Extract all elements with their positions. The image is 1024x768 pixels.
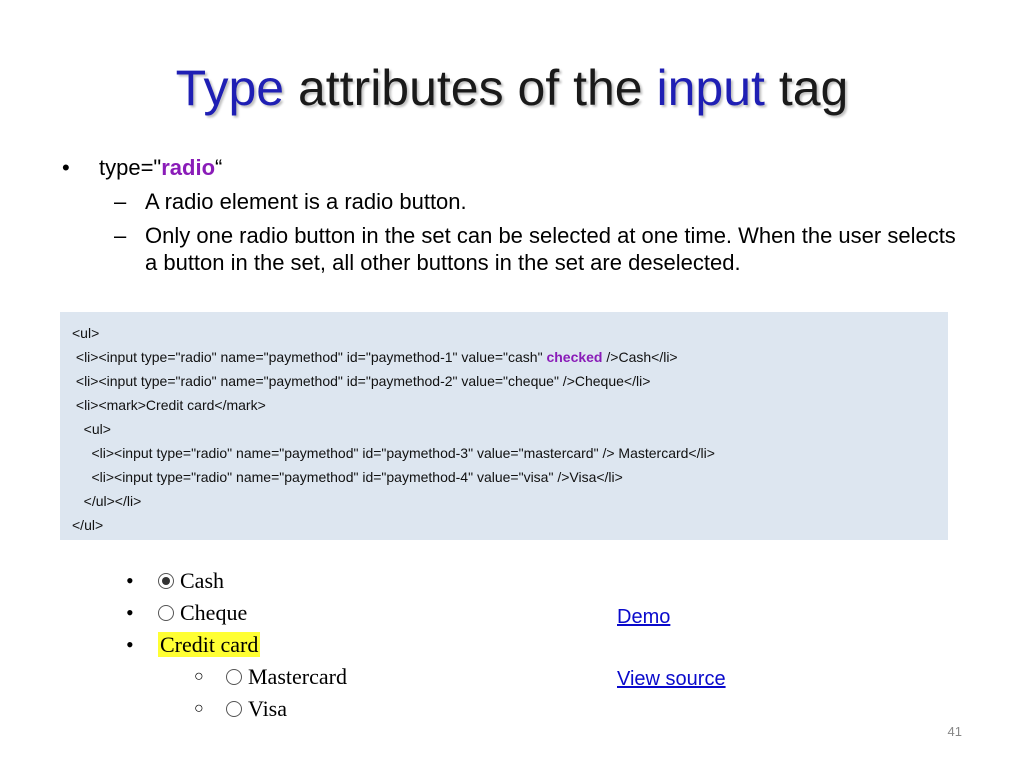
demo-item-credit-card: • Credit card (120, 630, 420, 662)
code-line: </ul> (72, 517, 104, 533)
code-line: <li><mark>Credit card</mark> (72, 397, 266, 413)
title-text-tag: tag (764, 60, 849, 116)
code-text: />Cash</li> (602, 349, 678, 365)
view-source-link[interactable]: View source (617, 668, 726, 691)
demo-item-cash: • Cash (120, 566, 420, 598)
code-text: <li><input type="radio" name="paymethod"… (72, 349, 547, 365)
slide-title: Type attributes of the input tag (0, 58, 1024, 118)
code-line: </ul></li> (72, 493, 142, 509)
bullet-prefix: type=" (99, 155, 162, 180)
title-text: attributes of the (284, 60, 657, 116)
radio-label: Mastercard (248, 664, 347, 689)
demo-item-visa: ○ Visa (120, 694, 420, 726)
code-line: <li><input type="radio" name="paymethod"… (72, 345, 948, 369)
sub-bullet-dash: – (114, 189, 127, 214)
radio-button-mastercard[interactable] (226, 669, 242, 685)
demo-option: Credit card (158, 630, 261, 660)
bullet-type-radio: • type="radio“ (62, 154, 962, 181)
code-line: <li><input type="radio" name="paymethod"… (72, 373, 651, 389)
circle-bullet: ○ (194, 668, 204, 685)
radio-button-cheque[interactable] (158, 605, 174, 621)
bullet-keyword-radio: radio (161, 155, 216, 180)
code-block: <ul> <li><input type="radio" name="payme… (60, 312, 948, 540)
bullet-list: • type="radio“ – A radio element is a ra… (62, 154, 962, 276)
circle-bullet: ○ (194, 700, 204, 717)
demo-item-cheque: • Cheque (120, 598, 420, 630)
bullet-dot: • (62, 155, 70, 180)
bullet-dot: • (126, 568, 134, 593)
bullet-dot: • (126, 600, 134, 625)
title-keyword-type: Type (175, 60, 285, 116)
demo-option: Cheque (158, 598, 247, 628)
code-line: <ul> (72, 421, 111, 437)
sub-bullet-2: – Only one radio button in the set can b… (62, 222, 962, 276)
sub-bullet-text: Only one radio button in the set can be … (145, 223, 956, 275)
demo-item-mastercard: ○ Mastercard (120, 662, 420, 694)
radio-label: Cash (180, 568, 224, 593)
radio-button-visa[interactable] (226, 701, 242, 717)
radio-demo: • Cash • Cheque • Credit card ○ Masterca… (120, 566, 420, 726)
code-line: <li><input type="radio" name="paymethod"… (72, 469, 623, 485)
radio-label: Visa (248, 696, 288, 721)
highlighted-label: Credit card (158, 632, 261, 657)
code-line: <li><input type="radio" name="paymethod"… (72, 445, 715, 461)
radio-label: Cheque (180, 600, 248, 625)
sub-bullet-1: – A radio element is a radio button. (62, 188, 962, 215)
demo-option: Cash (158, 566, 224, 596)
page-number: 41 (947, 724, 962, 739)
demo-link[interactable]: Demo (617, 606, 670, 629)
sub-bullet-dash: – (114, 223, 127, 248)
demo-option: Mastercard (226, 662, 347, 692)
code-keyword-checked: checked (546, 349, 603, 365)
code-line: <ul> (72, 325, 100, 341)
bullet-dot: • (126, 632, 134, 657)
title-keyword-input: input (656, 60, 765, 116)
radio-button-cash[interactable] (158, 573, 174, 589)
sub-bullet-text: A radio element is a radio button. (145, 189, 467, 214)
demo-option: Visa (226, 694, 287, 724)
bullet-suffix: “ (215, 155, 223, 180)
